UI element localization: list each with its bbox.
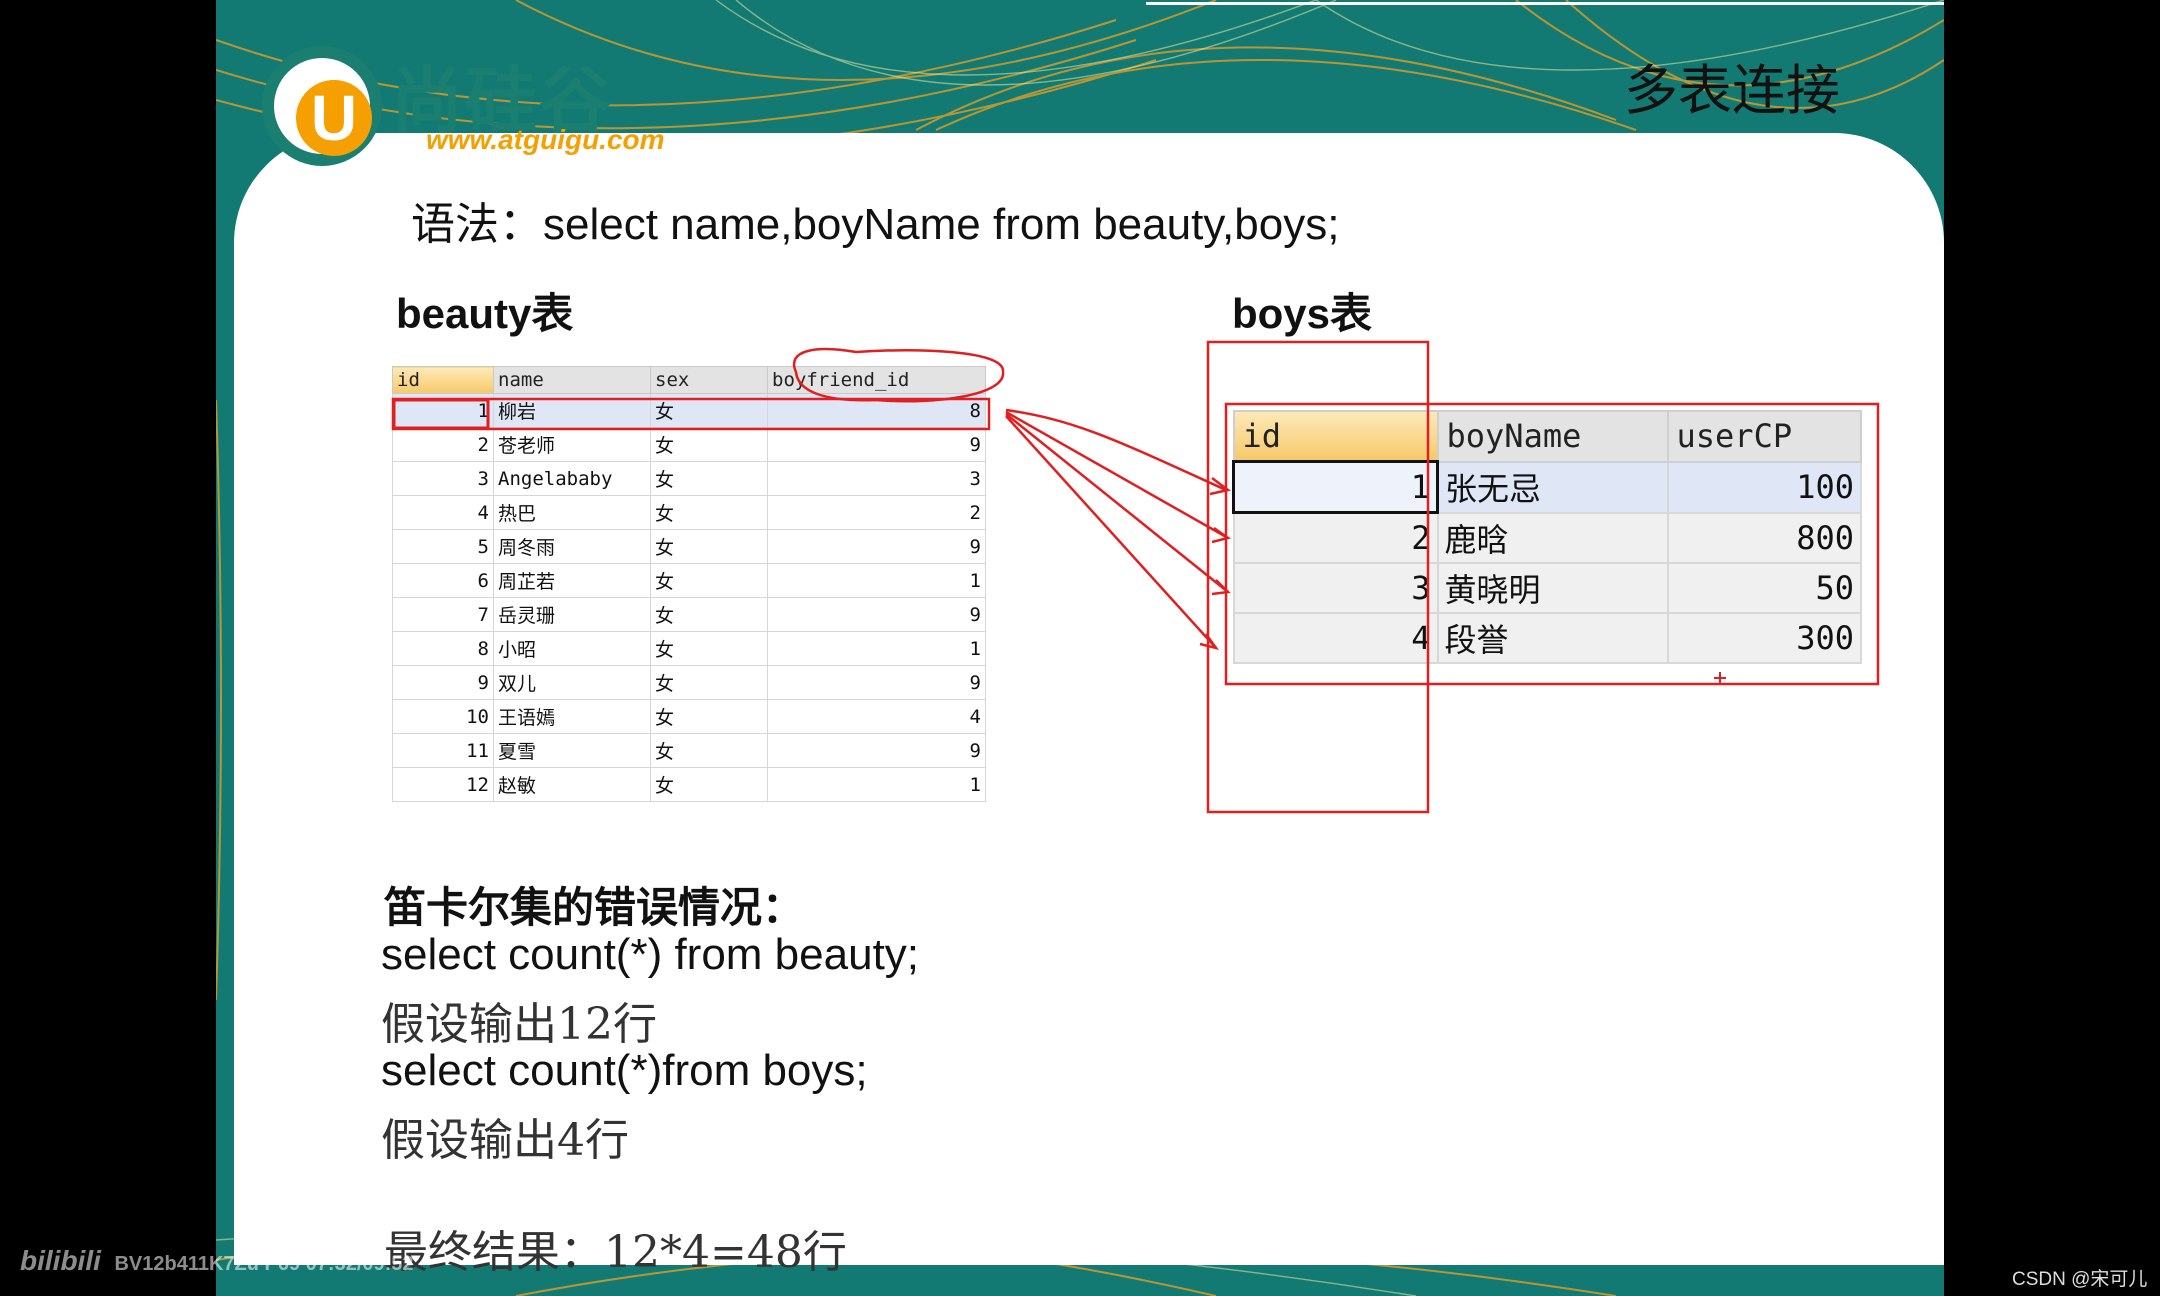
bilibili-logo: bilibili <box>20 1245 101 1276</box>
highlight-boys-table <box>1224 402 1880 686</box>
circle-boyfriend-id <box>792 347 1005 403</box>
highlight-beauty-id-cell <box>392 398 490 430</box>
video-id-time: BV12b411K7Zu P69 07:32/09:52 <box>114 1253 414 1275</box>
arrow-to-boys-row-1 <box>1005 408 1227 492</box>
video-watermark: bilibili BV12b411K7Zu P69 07:32/09:52 <box>20 1245 414 1277</box>
plus-mark <box>1714 672 1726 684</box>
csdn-credit: CSDN @宋可儿 <box>2012 1269 2148 1290</box>
highlight-boys-id-column <box>1206 340 1430 814</box>
arrow-to-boys-row-4 <box>1005 415 1217 649</box>
highlight-beauty-row-1 <box>391 397 991 431</box>
slide: U 尚硅谷 www.atguigu.com 多表连接 语法：select nam… <box>216 0 1944 1296</box>
red-annotations <box>391 340 1880 814</box>
